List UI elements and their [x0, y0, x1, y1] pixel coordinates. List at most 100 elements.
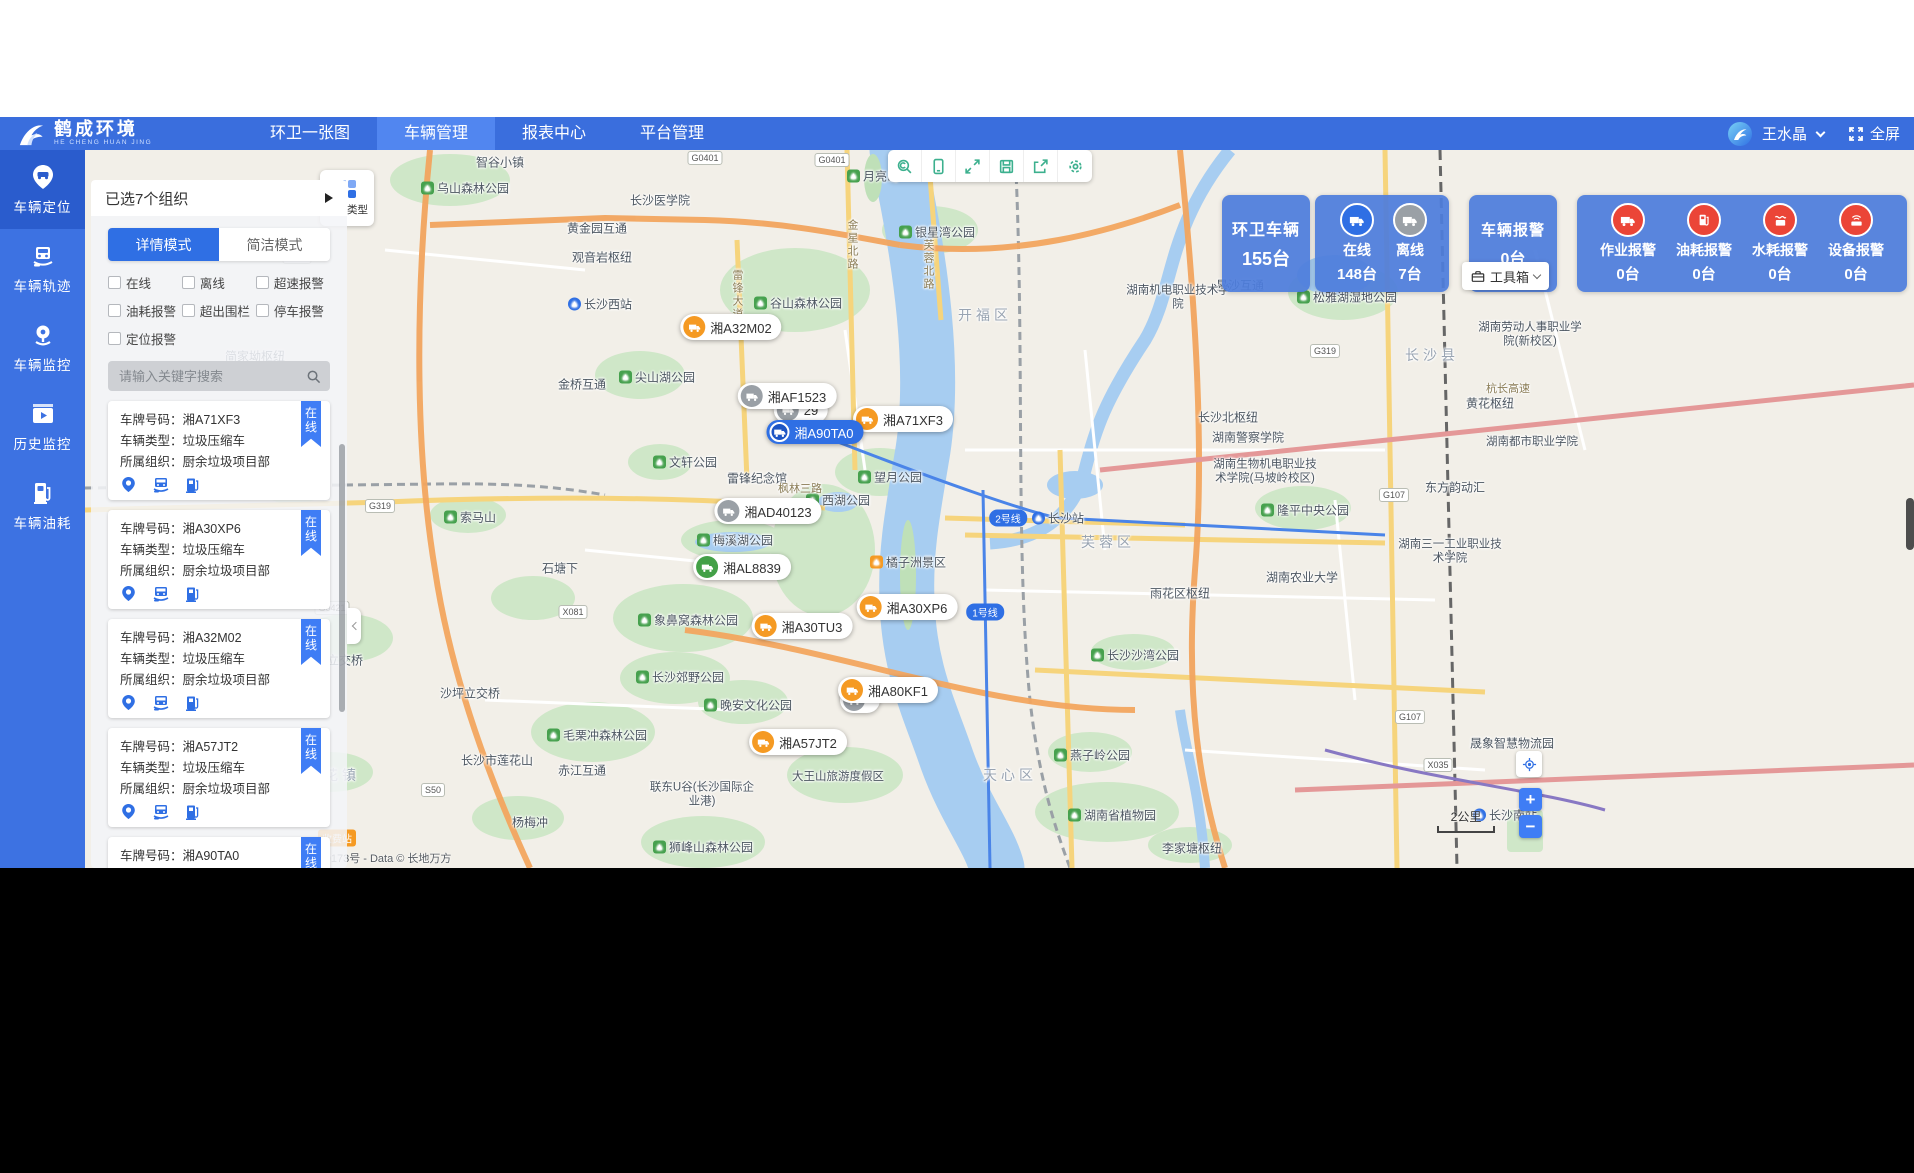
org-value: 厨余垃圾项目部 [183, 673, 271, 687]
zoom-out-button[interactable]: − [1519, 815, 1542, 838]
status-filters: 在线 离线 超速报警 油耗报警 超出围栏 [108, 273, 330, 357]
track-bus-icon[interactable] [152, 694, 170, 711]
logo-subtitle: HE CHENG HUAN JING [54, 140, 152, 147]
filter-checkbox[interactable]: 超出围栏 [182, 301, 256, 320]
device-alarm-icon [1839, 203, 1873, 237]
org-expand-arrow-icon[interactable] [325, 193, 333, 203]
fuel-pump-icon[interactable] [185, 695, 200, 711]
sidebar-item-history-monitor[interactable]: 历史监控 [0, 387, 85, 466]
org-value: 厨余垃圾项目部 [183, 782, 271, 796]
online-offline-panel: 在线 148台 离线 7台 [1315, 195, 1449, 292]
filter-checkbox[interactable]: 离线 [182, 273, 256, 292]
checkbox-box [182, 304, 195, 317]
nav-item[interactable]: 报表中心 [495, 117, 613, 150]
truck-icon [717, 500, 739, 522]
search-input[interactable] [117, 368, 300, 385]
scale-line [1437, 826, 1495, 833]
vehicle-marker[interactable]: 湘AF1523 [738, 383, 837, 409]
truck-icon [752, 731, 774, 753]
filter-checkbox[interactable]: 油耗报警 [108, 301, 182, 320]
map-canvas[interactable]: ▲ 智谷小镇 ▲ 乌山森林公园 ▲ 长沙医学院 ▲ 黄金园互通 ▲ 月亮岛 ▲ … [85, 150, 1914, 868]
vehicle-card[interactable]: 车牌号码：湘A90TA0 车辆类型：垃圾压缩车 所属组织：厨余垃圾项目部 在线 [108, 837, 330, 868]
filter-checkbox[interactable]: 定位报警 [108, 329, 182, 348]
locate-pin-icon[interactable] [120, 585, 137, 602]
nav-item[interactable]: 环卫一张图 [243, 117, 377, 150]
user-avatar[interactable] [1728, 122, 1752, 146]
locate-pin-icon[interactable] [120, 694, 137, 711]
vehicle-marker[interactable]: 湘AL8839 [693, 554, 791, 580]
nav-item[interactable]: 平台管理 [613, 117, 731, 150]
vehicle-marker[interactable]: 湘A32M02 [680, 314, 781, 340]
locate-pin-icon[interactable] [120, 476, 137, 493]
track-bus-icon[interactable] [152, 476, 170, 493]
filter-checkbox[interactable]: 超速报警 [256, 273, 330, 292]
browser-white-strip [0, 0, 1914, 117]
filter-checkbox[interactable]: 停车报警 [256, 301, 330, 320]
save-icon[interactable] [990, 150, 1024, 182]
vehicle-marker[interactable]: 湘AD40123 [714, 498, 821, 524]
work-alarm-icon [1611, 203, 1645, 237]
locate-button[interactable] [1516, 751, 1542, 777]
fleet-stat-panel: 环卫车辆 155台 [1222, 195, 1310, 292]
mode-tab[interactable]: 详情模式 [108, 228, 219, 261]
export-icon[interactable] [1024, 150, 1058, 182]
fuel-pump-icon[interactable] [185, 586, 200, 602]
search-icon[interactable] [306, 369, 321, 384]
org-selection-label: 已选7个组织 [105, 188, 188, 209]
zoom-in-button[interactable]: + [1519, 788, 1542, 811]
plate-value: 湘A71XF3 [183, 413, 241, 427]
logo-icon [16, 121, 46, 147]
track-bus-icon[interactable] [152, 803, 170, 820]
avatar-bird-icon [1732, 127, 1748, 141]
search-bar [108, 361, 330, 391]
vehicle-marker[interactable]: 湘A80KF1 [838, 677, 938, 703]
locate-icon [1522, 757, 1537, 772]
vehicle-card[interactable]: 车牌号码：湘A57JT2 车辆类型：垃圾压缩车 所属组织：厨余垃圾项目部 在线 [108, 728, 330, 827]
fullscreen-button[interactable]: 全屏 [1848, 123, 1900, 144]
vehicle-marker[interactable]: 湘A57JT2 [749, 729, 847, 755]
panel-scrollbar[interactable] [339, 444, 345, 712]
filter-checkbox[interactable]: 在线 [108, 273, 182, 292]
fuel-pump-icon[interactable] [185, 804, 200, 820]
mobile-frame-icon[interactable] [922, 150, 956, 182]
toolbox-chevron-icon [1533, 270, 1541, 278]
online-truck-icon [1340, 203, 1374, 237]
vehicle-card[interactable]: 车牌号码：湘A71XF3 车辆类型：垃圾压缩车 所属组织：厨余垃圾项目部 在线 [108, 401, 330, 500]
online-value: 148台 [1337, 263, 1377, 284]
vehicle-card[interactable]: 车牌号码：湘A30XP6 车辆类型：垃圾压缩车 所属组织：厨余垃圾项目部 在线 [108, 510, 330, 609]
type-value: 垃圾压缩车 [183, 652, 246, 666]
vehicle-marker[interactable]: 湘A30XP6 [857, 594, 958, 620]
side-nav: 车辆定位 车辆轨迹 车辆监控 历史监控 车辆油耗 [0, 150, 85, 868]
nav-item[interactable]: 车辆管理 [377, 117, 495, 150]
page-scrollbar-thumb[interactable] [1906, 498, 1914, 550]
settings-icon[interactable] [1058, 150, 1092, 182]
org-value: 厨余垃圾项目部 [183, 564, 271, 578]
vehicle-marker[interactable]: 湘A30TU3 [752, 613, 853, 639]
truck-icon [741, 385, 763, 407]
mode-tab[interactable]: 简洁模式 [219, 228, 330, 261]
user-menu-chevron-icon[interactable] [1816, 127, 1826, 137]
truck-icon [769, 422, 789, 442]
vehicle-marker[interactable]: 湘A90TA0 [766, 420, 863, 444]
fleet-label: 环卫车辆 [1232, 216, 1300, 240]
type-value: 垃圾压缩车 [183, 761, 246, 775]
sidebar-item-vehicle-fuel[interactable]: 车辆油耗 [0, 466, 85, 545]
sidebar-item-vehicle-locate[interactable]: 车辆定位 [0, 150, 85, 229]
screen: 鹤成环境 HE CHENG HUAN JING 环卫一张图车辆管理报表中心平台管… [0, 0, 1914, 1173]
truck-icon [683, 316, 705, 338]
toolbox-button[interactable]: 工具箱 [1462, 262, 1549, 290]
fuel-pump-icon[interactable] [185, 477, 200, 493]
collapse-chevron-icon [351, 622, 359, 630]
track-bus-icon[interactable] [152, 585, 170, 602]
vehicle-card[interactable]: 车牌号码：湘A32M02 车辆类型：垃圾压缩车 所属组织：厨余垃圾项目部 在线 [108, 619, 330, 718]
checkbox-box [108, 276, 121, 289]
panel-collapse-handle[interactable] [347, 608, 361, 644]
sidebar-item-vehicle-track[interactable]: 车辆轨迹 [0, 229, 85, 308]
zoom-reset-icon[interactable] [888, 150, 922, 182]
sidebar-item-vehicle-monitor[interactable]: 车辆监控 [0, 308, 85, 387]
vehicle-marker[interactable]: 湘A71XF3 [853, 406, 953, 432]
expand-icon[interactable] [956, 150, 990, 182]
user-name[interactable]: 王水晶 [1762, 123, 1807, 144]
vehicle-cards: 车牌号码：湘A71XF3 车辆类型：垃圾压缩车 所属组织：厨余垃圾项目部 在线 … [108, 401, 330, 868]
locate-pin-icon[interactable] [120, 803, 137, 820]
